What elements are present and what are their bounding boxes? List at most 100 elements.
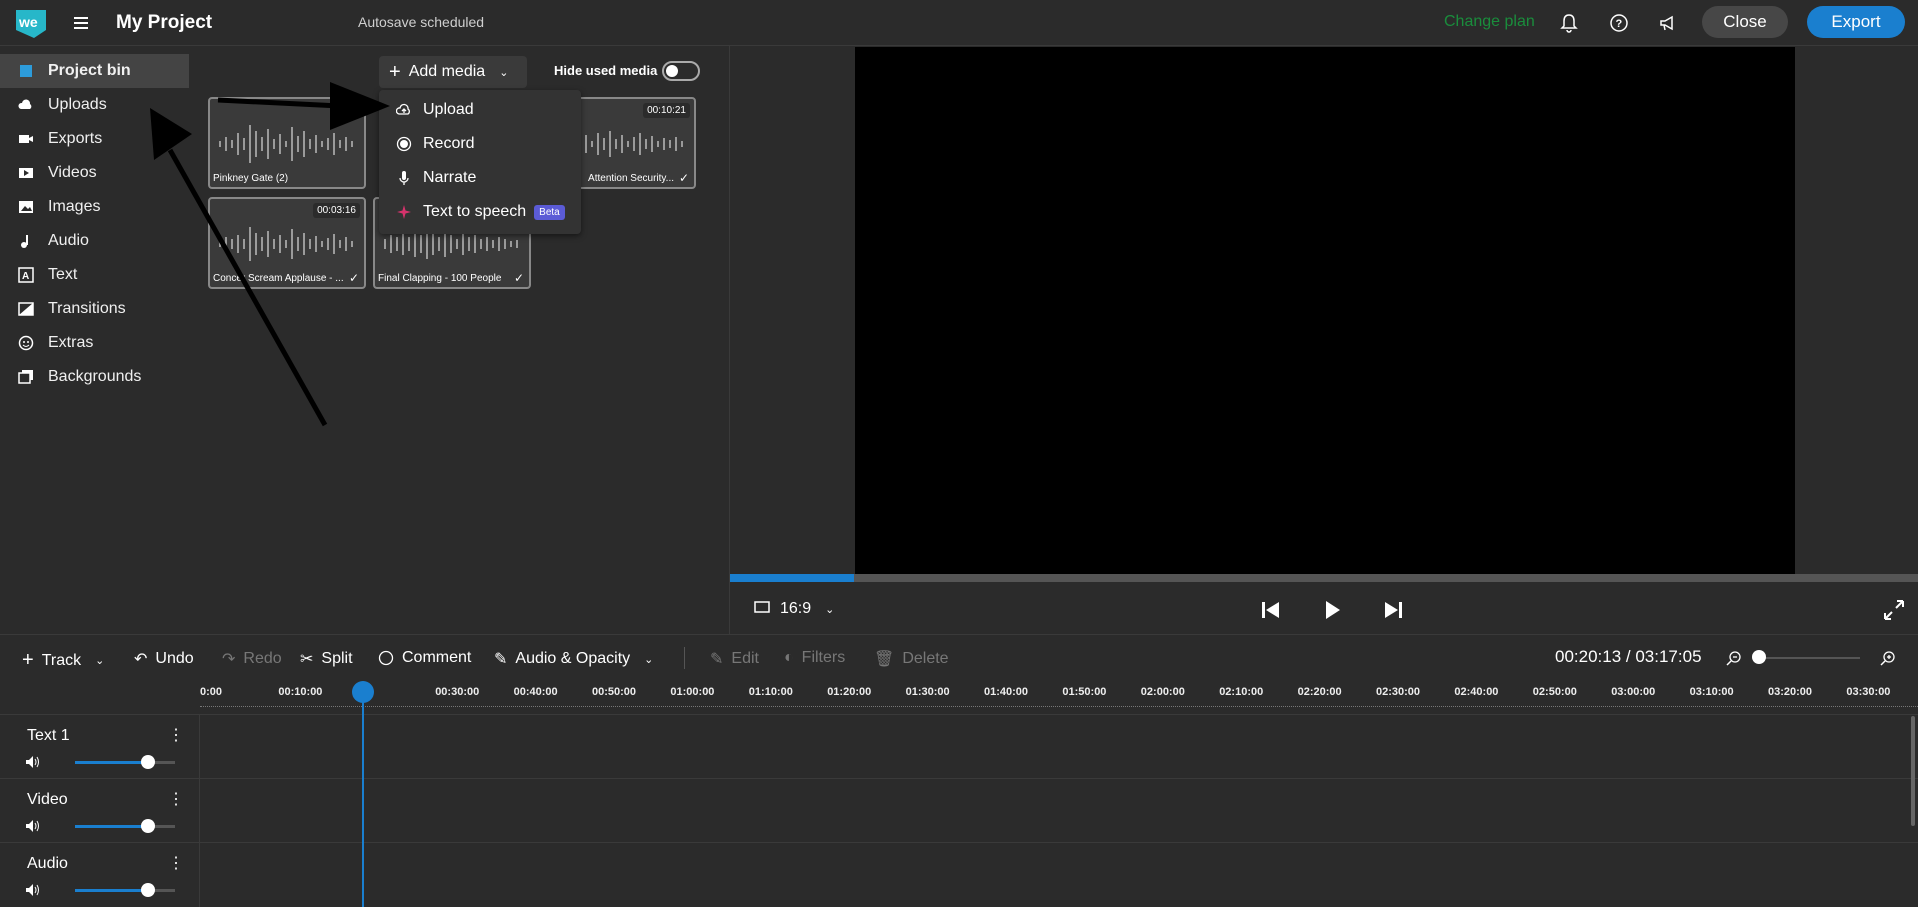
more-vertical-icon[interactable]: ⋮ xyxy=(168,725,184,745)
ruler-tick-label: 00:10:00 xyxy=(278,686,323,698)
sidebar-item-project-bin[interactable]: Project bin xyxy=(0,54,189,88)
sidebar-item-text[interactable]: A Text xyxy=(0,258,190,292)
track-name[interactable]: Audio xyxy=(27,855,68,873)
sidebar-item-exports[interactable]: Exports xyxy=(0,122,190,156)
zoom-slider[interactable] xyxy=(1760,657,1860,659)
sidebar-item-label: Audio xyxy=(48,232,89,249)
we-logo-icon[interactable]: we xyxy=(14,6,48,40)
ruler-tick-label: 00:40:00 xyxy=(513,686,558,698)
media-card[interactable]: 00:03:16 Concer Scream Applause - ... ✓ xyxy=(208,197,366,289)
dropdown-item-text-to-speech[interactable]: Text to speech Beta xyxy=(395,200,565,224)
sidebar-item-backgrounds[interactable]: Backgrounds xyxy=(0,360,190,394)
audio-opacity-button[interactable]: ✎ Audio & Opacity ⌄ xyxy=(494,649,653,669)
zoom-out-icon[interactable] xyxy=(1726,650,1742,666)
track-header: Audio ⋮ xyxy=(0,843,200,907)
chevron-down-icon: ⌄ xyxy=(499,66,509,79)
edit-button[interactable]: ✎ Edit xyxy=(710,649,759,669)
add-media-button[interactable]: + Add media ⌄ xyxy=(379,56,527,88)
track-volume-slider[interactable] xyxy=(75,883,175,897)
volume-icon[interactable] xyxy=(25,883,41,897)
menu-icon[interactable] xyxy=(72,14,90,30)
timecode: 00:20:13 / 03:17:05 xyxy=(1555,647,1702,666)
media-duration: 03: xyxy=(338,103,360,118)
timeline-scrollbar[interactable] xyxy=(1911,716,1915,826)
sidebar-item-label: Transitions xyxy=(48,300,126,317)
ruler-tick-label: 03:00:00 xyxy=(1611,686,1656,698)
redo-button[interactable]: ↷ Redo xyxy=(222,649,282,669)
sidebar-item-videos[interactable]: Videos xyxy=(0,156,190,190)
project-title[interactable]: My Project xyxy=(116,12,212,34)
playhead-line[interactable] xyxy=(362,690,364,907)
bin-icon xyxy=(18,63,34,79)
comment-icon xyxy=(378,650,394,666)
close-button[interactable]: Close xyxy=(1702,6,1788,38)
ruler-tick-label: 01:00:00 xyxy=(670,686,715,698)
filters-button[interactable]: ◐ Filters xyxy=(784,649,845,667)
track-name[interactable]: Text 1 xyxy=(27,727,70,745)
ruler-tick-label: 01:20:00 xyxy=(827,686,872,698)
sidebar-item-transitions[interactable]: Transitions xyxy=(0,292,190,326)
ruler-tick-label: 02:10:00 xyxy=(1219,686,1264,698)
playhead-handle[interactable] xyxy=(352,681,374,703)
dropdown-item-narrate[interactable]: Narrate xyxy=(395,166,476,190)
dropdown-item-label: Record xyxy=(423,135,475,152)
sidebar-item-label: Exports xyxy=(48,130,103,147)
sidebar-item-audio[interactable]: Audio xyxy=(0,224,190,258)
add-track-button[interactable]: + Track ⌄ xyxy=(22,649,104,672)
sparkle-icon xyxy=(395,204,413,220)
smiley-icon xyxy=(18,335,34,351)
dropdown-item-label: Upload xyxy=(423,101,474,118)
help-icon[interactable]: ? xyxy=(1608,12,1630,34)
ruler-tick-label: 0:00 xyxy=(200,686,223,698)
track-name[interactable]: Video xyxy=(27,791,68,809)
volume-icon[interactable] xyxy=(25,819,41,833)
aspect-ratio-selector[interactable]: 16:9 ⌄ xyxy=(754,600,834,618)
slider-handle[interactable] xyxy=(141,883,155,897)
split-button[interactable]: ✂ Split xyxy=(300,649,353,669)
delete-button[interactable]: 🗑 Delete xyxy=(874,649,949,669)
redo-label: Redo xyxy=(243,650,282,667)
play-icon[interactable] xyxy=(1320,598,1344,622)
volume-icon[interactable] xyxy=(25,755,41,769)
preview-video[interactable] xyxy=(855,47,1795,574)
slider-handle[interactable] xyxy=(141,755,155,769)
ruler-tick-label: 01:10:00 xyxy=(748,686,793,698)
more-vertical-icon[interactable]: ⋮ xyxy=(168,789,184,809)
sidebar-item-images[interactable]: Images xyxy=(0,190,190,224)
zoom-in-icon[interactable] xyxy=(1880,650,1896,666)
track-volume-slider[interactable] xyxy=(75,755,175,769)
undo-button[interactable]: ↶ Undo xyxy=(134,649,194,669)
more-vertical-icon[interactable]: ⋮ xyxy=(168,853,184,873)
media-card[interactable]: 03: Pinkney Gate (2) xyxy=(208,97,366,189)
track-header: Text 1 ⋮ xyxy=(0,715,200,779)
top-bar: we My Project Autosave scheduled Change … xyxy=(0,0,1918,46)
track-volume-slider[interactable] xyxy=(75,819,175,833)
skip-forward-icon[interactable] xyxy=(1381,598,1405,622)
ruler-tick-label: 02:50:00 xyxy=(1532,686,1577,698)
fullscreen-icon[interactable] xyxy=(1882,598,1906,622)
dropdown-item-record[interactable]: Record xyxy=(395,132,475,156)
waveform-icon xyxy=(219,227,353,261)
comment-button[interactable]: Comment xyxy=(378,649,471,667)
ruler-tick-label: 01:40:00 xyxy=(984,686,1029,698)
slider-handle[interactable] xyxy=(141,819,155,833)
bell-icon[interactable] xyxy=(1558,12,1580,34)
export-button[interactable]: Export xyxy=(1807,6,1905,38)
sidebar-item-uploads[interactable]: Uploads xyxy=(0,88,190,122)
record-icon xyxy=(395,136,413,152)
change-plan-link[interactable]: Change plan xyxy=(1444,13,1535,31)
preview-progress-bar[interactable] xyxy=(730,574,1918,582)
track-row-text: Text 1 ⋮ xyxy=(0,714,1918,779)
svg-text:A: A xyxy=(22,271,29,282)
zoom-slider-handle[interactable] xyxy=(1752,650,1766,664)
hide-used-media-toggle[interactable] xyxy=(662,61,700,81)
text-icon: A xyxy=(18,267,34,283)
megaphone-icon[interactable] xyxy=(1657,12,1679,34)
timeline-ruler[interactable]: 0:0000:10:0000:00:30:0000:40:0000:50:000… xyxy=(200,680,1918,714)
sidebar-item-extras[interactable]: Extras xyxy=(0,326,190,360)
svg-text:?: ? xyxy=(1616,18,1623,30)
skip-back-icon[interactable] xyxy=(1259,598,1283,622)
backgrounds-icon xyxy=(18,369,34,385)
dropdown-item-upload[interactable]: Upload xyxy=(395,98,474,122)
microphone-icon xyxy=(395,170,413,186)
